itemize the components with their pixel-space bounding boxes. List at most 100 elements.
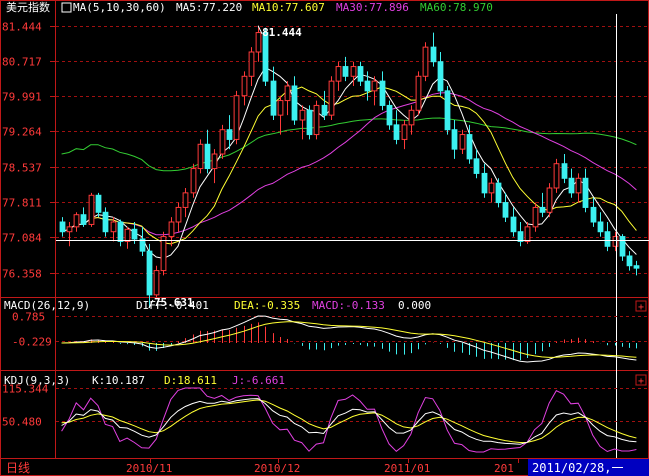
period-tab[interactable]: 日线 bbox=[6, 461, 30, 475]
candle-up bbox=[175, 206, 182, 223]
candle-down bbox=[146, 250, 153, 296]
candle-down bbox=[262, 32, 269, 82]
candle-up bbox=[546, 187, 553, 213]
candle-down bbox=[95, 194, 102, 213]
candle-up bbox=[241, 75, 248, 97]
candle-down bbox=[619, 236, 626, 257]
kdj-d: D:18.611 bbox=[164, 374, 217, 387]
candle-down bbox=[568, 177, 575, 194]
candle-down bbox=[495, 182, 502, 204]
candle-up bbox=[66, 226, 73, 233]
price-tick-label: 76.358 bbox=[2, 268, 42, 281]
candle-up bbox=[401, 124, 408, 140]
candle-up bbox=[255, 32, 262, 53]
instrument-name: 美元指数 bbox=[6, 0, 50, 14]
candle-up bbox=[211, 153, 218, 170]
price-tick-label: 77.811 bbox=[2, 197, 42, 210]
candle-down bbox=[517, 231, 524, 242]
candle-up bbox=[197, 143, 204, 170]
candle-down bbox=[437, 61, 444, 92]
candle-up bbox=[88, 194, 95, 225]
price-tick-label: 80.717 bbox=[2, 56, 42, 69]
candle-up bbox=[284, 85, 291, 102]
cursor-date: 2011/02/28,一 bbox=[532, 461, 623, 475]
kdj-j: J:-6.661 bbox=[232, 374, 285, 387]
candle-up bbox=[422, 46, 429, 77]
plus-icon: + bbox=[638, 302, 644, 313]
candle-down bbox=[539, 206, 546, 213]
stock-chart[interactable]: 美元指数 MA(5,10,30,60) MA5:77.220 MA10:77.6… bbox=[0, 0, 649, 476]
kdj-k: K:10.187 bbox=[92, 374, 145, 387]
price-tick-label: 78.537 bbox=[2, 162, 42, 175]
x-tick-label: 2010/12 bbox=[254, 462, 300, 475]
period-label: 日线 bbox=[6, 461, 30, 475]
candle-down bbox=[386, 104, 393, 126]
candle-up bbox=[488, 182, 495, 194]
candle-down bbox=[393, 124, 400, 140]
price-tick-label: 79.991 bbox=[2, 91, 42, 104]
candle-down bbox=[633, 265, 640, 269]
candle-up bbox=[168, 221, 175, 238]
chart-frame bbox=[0, 0, 649, 476]
candle-down bbox=[473, 158, 480, 174]
candle-down bbox=[291, 85, 298, 121]
candle-up bbox=[124, 228, 131, 242]
candle-down bbox=[102, 211, 109, 233]
candle-down bbox=[590, 206, 597, 223]
macd-dea: DEA:-0.335 bbox=[234, 299, 300, 312]
candle-up bbox=[190, 168, 197, 194]
kdj-tick-label: 115.344 bbox=[2, 383, 49, 396]
macd-diff: DIFF:-0.401 bbox=[136, 299, 209, 312]
candle-down bbox=[59, 221, 66, 233]
candle-up bbox=[575, 177, 582, 194]
high-label: 81.444 bbox=[262, 26, 302, 39]
candle-up bbox=[524, 226, 531, 242]
candle-down bbox=[306, 109, 313, 136]
candle-down bbox=[117, 221, 124, 242]
candle-down bbox=[131, 228, 138, 240]
candle-down bbox=[226, 129, 233, 140]
kdj-tick-label: 50.480 bbox=[2, 416, 42, 429]
candle-up bbox=[408, 109, 415, 126]
candle-down bbox=[364, 80, 371, 92]
candle-down bbox=[204, 143, 211, 170]
candle-up bbox=[299, 109, 306, 121]
candle-down bbox=[80, 214, 87, 225]
macd-tick-label: 0.785 bbox=[12, 311, 45, 324]
candle-down bbox=[510, 216, 517, 233]
candle-down bbox=[357, 66, 364, 82]
candle-down bbox=[626, 255, 633, 267]
candle-down bbox=[481, 172, 488, 194]
candle-up bbox=[233, 95, 240, 140]
candle-up bbox=[248, 51, 255, 77]
candle-down bbox=[321, 104, 328, 116]
ma30-value: MA30:77.896 bbox=[336, 1, 409, 14]
candle-down bbox=[597, 221, 604, 233]
candle-up bbox=[160, 236, 167, 272]
ma5-value: MA5:77.220 bbox=[176, 1, 242, 14]
candle-up bbox=[553, 163, 560, 189]
candle-down bbox=[582, 177, 589, 208]
candle-up bbox=[350, 66, 357, 77]
candle-down bbox=[561, 163, 568, 179]
x-tick-label: 2010/11 bbox=[126, 462, 172, 475]
macd-macd: MACD:-0.133 bbox=[312, 299, 385, 312]
candle-down bbox=[430, 46, 437, 63]
candle-down bbox=[466, 134, 473, 160]
price-tick-label: 77.084 bbox=[2, 232, 42, 245]
candle-up bbox=[110, 221, 117, 233]
candle-up bbox=[415, 75, 422, 111]
x-tick-label: 2011/01 bbox=[384, 462, 430, 475]
price-tick-label: 81.444 bbox=[2, 21, 42, 34]
price-tick-label: 79.264 bbox=[2, 126, 42, 139]
macd-tick-label: -0.229 bbox=[12, 336, 52, 349]
candle-up bbox=[459, 134, 466, 150]
candle-up bbox=[277, 100, 284, 116]
candle-up bbox=[153, 270, 160, 296]
candle-up bbox=[532, 206, 539, 228]
candle-up bbox=[328, 80, 335, 116]
macd-extra: 0.000 bbox=[398, 299, 431, 312]
candle-up bbox=[335, 66, 342, 82]
candle-up bbox=[371, 80, 378, 92]
candle-up bbox=[612, 236, 619, 247]
